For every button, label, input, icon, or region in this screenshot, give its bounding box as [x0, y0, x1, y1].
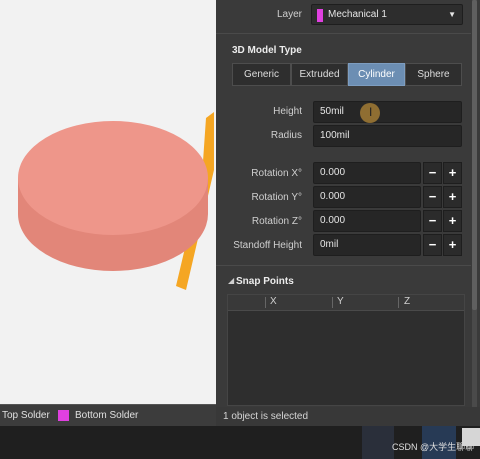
text-cursor-icon: I	[369, 105, 373, 119]
layer-dropdown[interactable]: Mechanical 1 ▼	[311, 4, 463, 25]
rotation-y-increment-button[interactable]: +	[443, 186, 462, 208]
layer-color-swatch	[58, 410, 69, 421]
rotation-x-value: 0.000	[320, 167, 346, 178]
layer-tab-label: Bottom Solder	[75, 410, 139, 422]
cylinder-body[interactable]	[18, 121, 208, 271]
layer-value: Mechanical 1	[328, 9, 387, 20]
cylinder-top	[18, 121, 208, 235]
rotation-x-increment-button[interactable]: +	[443, 162, 462, 184]
layer-tab-bar: Top Solder Bottom Solder	[0, 404, 216, 427]
height-label: Height	[273, 106, 302, 117]
radius-value: 100mil	[320, 130, 350, 141]
height-input[interactable]: 50mil I	[313, 101, 462, 123]
rotation-x-decrement-button[interactable]: −	[423, 162, 442, 184]
divider	[216, 265, 471, 266]
rotation-z-increment-button[interactable]: +	[443, 210, 462, 232]
3d-viewport[interactable]	[0, 0, 216, 404]
rotation-y-decrement-button[interactable]: −	[423, 186, 442, 208]
standoff-height-value: 0mil	[320, 239, 339, 250]
height-value: 50mil	[320, 106, 344, 117]
rotation-x-input[interactable]: 0.000	[313, 162, 421, 184]
collapse-triangle-icon[interactable]: ◢	[228, 276, 234, 285]
taskbar-app-icon[interactable]	[362, 426, 394, 459]
status-bar: 1 object is selected	[216, 407, 480, 426]
snap-points-title: Snap Points	[236, 276, 294, 287]
table-header: X Y Z	[228, 295, 464, 311]
tab-generic[interactable]: Generic	[232, 63, 291, 86]
rotation-z-value: 0.000	[320, 215, 346, 226]
selection-status: 1 object is selected	[223, 411, 309, 422]
rotation-y-value: 0.000	[320, 191, 346, 202]
column-y[interactable]: Y	[337, 296, 344, 307]
column-z[interactable]: Z	[404, 296, 410, 307]
rotation-y-label: Rotation Y°	[251, 192, 302, 203]
radius-label: Radius	[270, 130, 302, 141]
layer-color-swatch	[317, 9, 323, 22]
radius-input[interactable]: 100mil	[313, 125, 462, 147]
taskbar-app-icon[interactable]	[462, 428, 480, 446]
column-x[interactable]: X	[270, 296, 277, 307]
3d-scene	[18, 112, 214, 290]
layer-tab-bottom-solder[interactable]: Bottom Solder	[58, 410, 138, 421]
standoff-height-input[interactable]: 0mil	[313, 234, 421, 256]
standoff-decrement-button[interactable]: −	[423, 234, 442, 256]
tab-extruded[interactable]: Extruded	[291, 63, 348, 86]
layer-tab-label: Top Solder	[2, 410, 50, 421]
standoff-height-label: Standoff Height	[233, 240, 302, 251]
chevron-down-icon: ▼	[448, 10, 456, 19]
layer-label: Layer	[276, 9, 302, 20]
divider	[216, 33, 471, 34]
rotation-y-input[interactable]: 0.000	[313, 186, 421, 208]
rotation-z-label: Rotation Z°	[251, 216, 302, 227]
standoff-increment-button[interactable]: +	[443, 234, 462, 256]
panel-scrollbar[interactable]	[472, 0, 477, 407]
model-type-title: 3D Model Type	[232, 45, 302, 56]
rotation-z-input[interactable]: 0.000	[313, 210, 421, 232]
rotation-x-label: Rotation X°	[251, 168, 302, 179]
tab-sphere[interactable]: Sphere	[405, 63, 462, 86]
snap-points-table[interactable]: X Y Z	[227, 294, 465, 406]
tab-cylinder[interactable]: Cylinder	[348, 63, 405, 86]
layer-tab-top-solder[interactable]: Top Solder	[2, 410, 50, 421]
scrollbar-thumb[interactable]	[472, 0, 477, 310]
taskbar: CSDN @大学生聊聊	[0, 426, 480, 459]
rotation-z-decrement-button[interactable]: −	[423, 210, 442, 232]
